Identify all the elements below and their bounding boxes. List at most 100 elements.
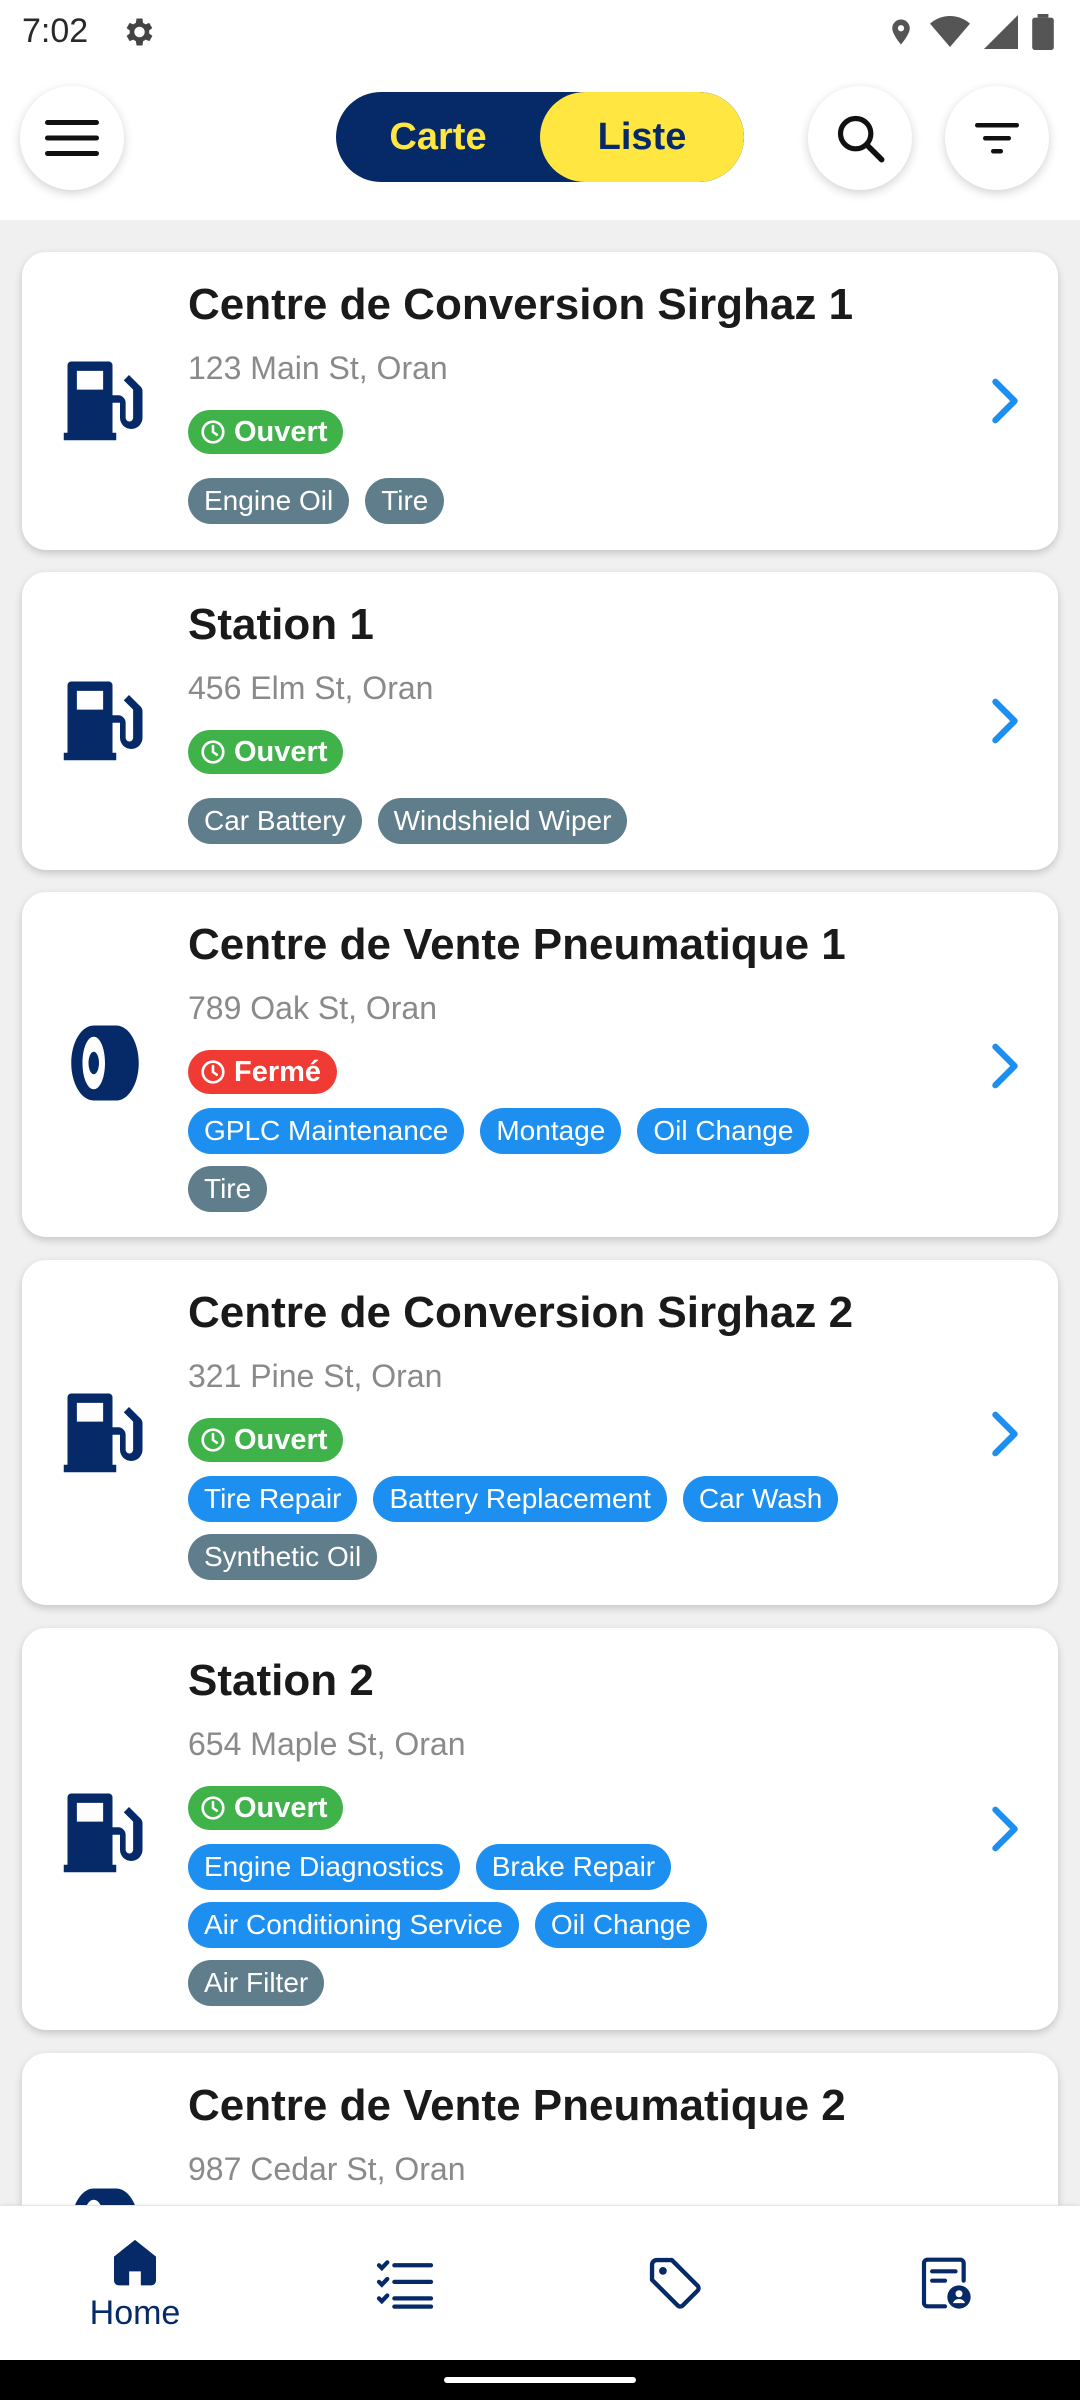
station-card[interactable]: Station 1 456 Elm St, Oran Ouvert Car Ba… <box>22 572 1058 870</box>
service-tags: Synthetic Oil <box>188 1534 378 1580</box>
tire-icon <box>75 2188 135 2205</box>
service-tags: Engine Diagnostics Brake Repair <box>188 1844 672 1890</box>
station-address: 987 Cedar St, Oran <box>188 2151 466 2187</box>
chevron-right-icon[interactable] <box>988 377 1022 425</box>
service-tag: Windshield Wiper <box>377 798 628 844</box>
clock-icon <box>201 1796 225 1820</box>
station-title: Station 1 <box>188 600 374 649</box>
location-icon <box>892 19 910 45</box>
service-tag: GPLC Maintenance <box>188 1108 465 1154</box>
nav-offers[interactable] <box>540 2206 810 2360</box>
status-badge: Ouvert <box>188 1786 344 1830</box>
filter-icon <box>975 123 1019 154</box>
service-tag: Engine Diagnostics <box>188 1844 460 1890</box>
station-title: Centre de Conversion Sirghaz 1 <box>188 280 854 329</box>
clock-icon <box>201 1060 225 1084</box>
service-tags: Air Conditioning Service Oil Change <box>188 1902 707 1948</box>
service-tags: Tire Repair Battery Replacement Car Wash <box>188 1476 839 1522</box>
service-tag: Battery Replacement <box>373 1476 667 1522</box>
service-tag: Air Filter <box>188 1960 325 2006</box>
view-mode-toggle: Carte Liste <box>336 92 744 182</box>
status-badge: Fermé <box>188 1050 338 1094</box>
list-view-tab[interactable]: Liste <box>540 92 744 182</box>
station-title: Centre de Conversion Sirghaz 2 <box>188 1288 854 1337</box>
service-tag: Oil Change <box>534 1902 707 1948</box>
service-tags: Air Filter <box>188 1960 325 2006</box>
status-badge: Ouvert <box>188 1418 344 1462</box>
clock-icon <box>201 420 225 444</box>
service-tag: Brake Repair <box>475 1844 672 1890</box>
chevron-right-icon[interactable] <box>988 1410 1022 1458</box>
list-icon <box>376 2260 434 2309</box>
clock-icon <box>201 1428 225 1452</box>
station-address: 123 Main St, Oran <box>188 350 448 386</box>
map-view-tab[interactable]: Carte <box>336 92 540 182</box>
service-tag: Air Conditioning Service <box>188 1902 519 1948</box>
service-tag: Tire Repair <box>188 1476 358 1522</box>
fuel-pump-icon <box>63 361 143 441</box>
status-label: Fermé <box>234 1055 322 1088</box>
service-tag: Montage <box>480 1108 622 1154</box>
clock-icon <box>201 740 225 764</box>
status-badge: Ouvert <box>188 410 344 454</box>
service-tag: Tire <box>188 1166 268 1212</box>
station-address: 654 Maple St, Oran <box>188 1726 466 1762</box>
station-card[interactable]: Station 2 654 Maple St, Oran Ouvert Engi… <box>22 1628 1058 2030</box>
gesture-bar <box>0 2360 1080 2400</box>
station-title: Centre de Vente Pneumatique 2 <box>188 2081 846 2130</box>
nav-profile[interactable] <box>810 2206 1080 2360</box>
app-bar: Carte Liste <box>0 64 1080 220</box>
station-address: 789 Oak St, Oran <box>188 990 438 1026</box>
fuel-pump-icon <box>63 1393 143 1473</box>
station-card[interactable]: Centre de Conversion Sirghaz 2 321 Pine … <box>22 1260 1058 1605</box>
hamburger-menu-icon <box>45 120 99 156</box>
status-label: Ouvert <box>234 415 328 448</box>
service-tags: Tire <box>188 1166 268 1212</box>
station-list: Centre de Conversion Sirghaz 1 123 Main … <box>0 220 1080 2205</box>
chevron-right-icon[interactable] <box>988 697 1022 745</box>
home-indicator[interactable] <box>444 2377 636 2383</box>
station-address: 456 Elm St, Oran <box>188 670 434 706</box>
service-tags: GPLC Maintenance Montage Oil Change <box>188 1108 810 1154</box>
status-time: 7:02 <box>22 12 89 50</box>
service-tag: Oil Change <box>637 1108 810 1154</box>
nav-home-label: Home <box>89 2293 181 2332</box>
service-tag: Synthetic Oil <box>188 1534 378 1580</box>
bottom-navigation: Home <box>0 2206 1080 2360</box>
nav-list[interactable] <box>270 2206 540 2360</box>
chevron-right-icon[interactable] <box>988 1042 1022 1090</box>
status-label: Ouvert <box>234 735 328 768</box>
station-card[interactable]: Centre de Conversion Sirghaz 1 123 Main … <box>22 252 1058 550</box>
status-label: Ouvert <box>234 1791 328 1824</box>
station-title: Centre de Vente Pneumatique 1 <box>188 920 846 969</box>
home-icon <box>114 2239 156 2285</box>
service-tags: Engine Oil Tire <box>188 478 445 524</box>
service-tag: Tire <box>365 478 445 524</box>
fuel-pump-icon <box>63 1793 143 1873</box>
search-icon <box>837 115 885 163</box>
service-tag: Car Wash <box>682 1476 839 1522</box>
fuel-pump-icon <box>63 681 143 761</box>
chevron-right-icon[interactable] <box>988 1805 1022 1853</box>
service-tag: Car Battery <box>188 798 362 844</box>
service-tag: Engine Oil <box>188 478 350 524</box>
status-badge: Ouvert <box>188 730 344 774</box>
station-address: 321 Pine St, Oran <box>188 1358 443 1394</box>
wifi-icon <box>930 16 970 47</box>
station-card[interactable]: Centre de Vente Pneumatique 2 987 Cedar … <box>22 2053 1058 2205</box>
filter-button[interactable] <box>945 86 1049 190</box>
menu-button[interactable] <box>20 86 124 190</box>
nav-home[interactable]: Home <box>0 2206 270 2360</box>
battery-icon <box>1032 14 1054 50</box>
tag-icon <box>649 2257 701 2309</box>
service-tags: Car Battery Windshield Wiper <box>188 798 628 844</box>
status-label: Ouvert <box>234 1423 328 1456</box>
status-bar: 7:02 <box>0 0 1080 64</box>
search-button[interactable] <box>808 86 912 190</box>
user-document-icon <box>921 2257 971 2309</box>
station-card[interactable]: Centre de Vente Pneumatique 1 789 Oak St… <box>22 892 1058 1237</box>
settings-gear-icon <box>126 18 153 46</box>
signal-icon <box>984 15 1018 49</box>
station-title: Station 2 <box>188 1656 374 1705</box>
tire-icon <box>71 1025 139 1101</box>
